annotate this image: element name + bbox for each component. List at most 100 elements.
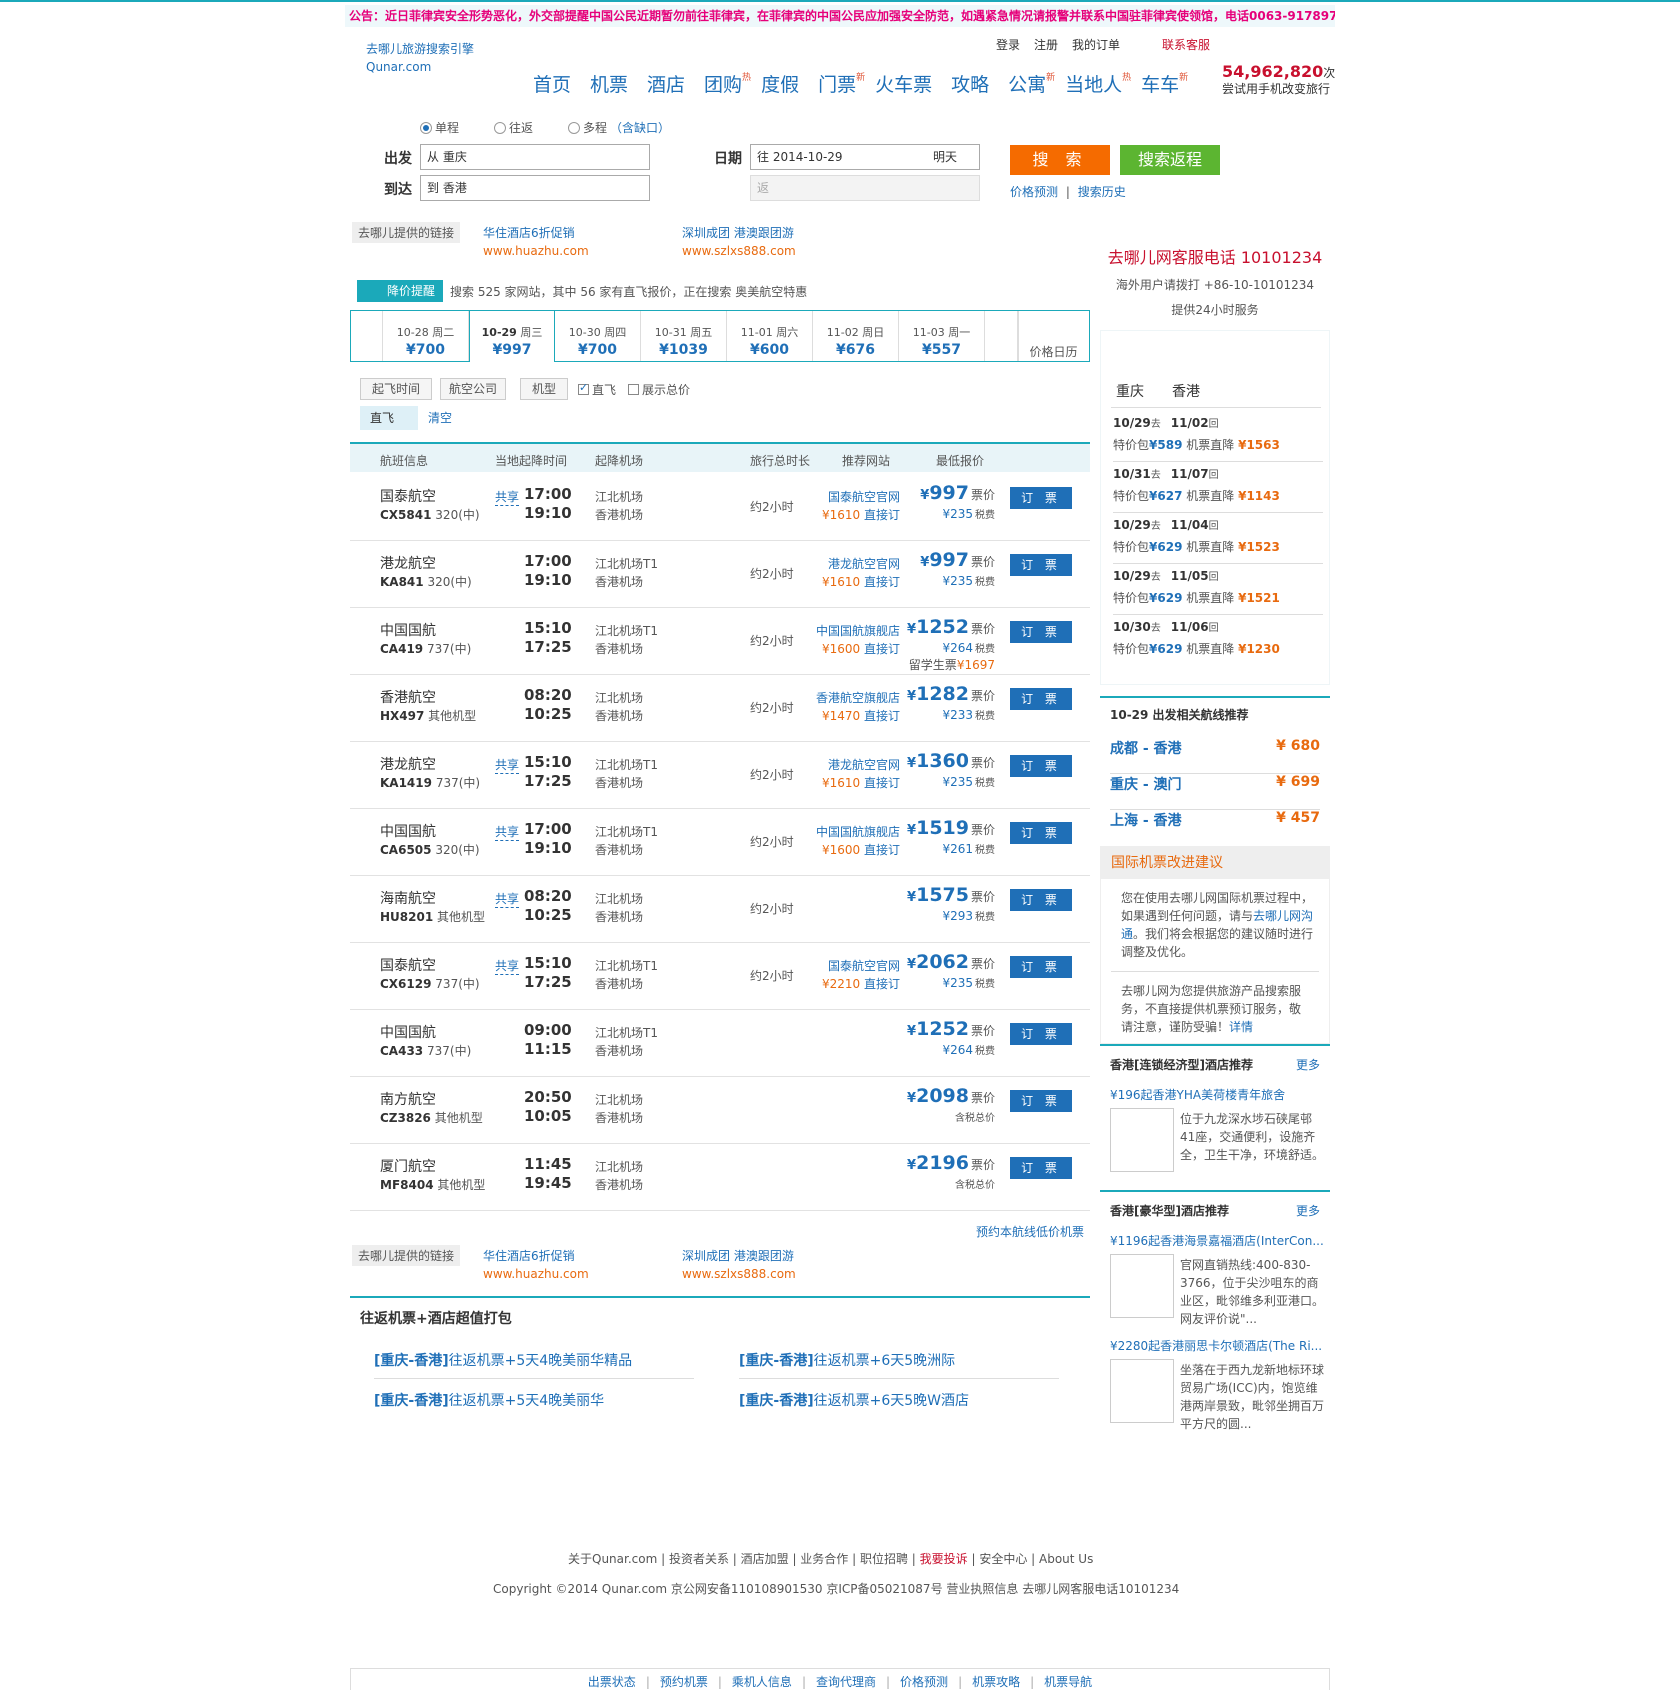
contact-service-link[interactable]: 联系客服 [1162,38,1210,52]
hotel-image[interactable] [1110,1359,1174,1423]
direct-book-link[interactable]: 直接订 [864,709,900,723]
ad-url-szlxs[interactable]: www.szlxs888.com [682,1267,796,1281]
roundtrip-deal-item[interactable]: 10/29去 11/02回 特价包¥589 机票直降 ¥1563 [1113,415,1323,462]
book-button[interactable]: 订 票 [1010,889,1072,911]
return-date-input[interactable]: 返 [750,175,980,201]
nav-item[interactable]: 门票新 [818,73,865,96]
from-city-input[interactable]: 从 重庆 [420,144,650,170]
book-button[interactable]: 订 票 [1010,822,1072,844]
bottom-tool-link[interactable]: 价格预测 [900,1675,948,1689]
codeshare-link[interactable]: 共享 [495,488,520,506]
bottom-tool-link[interactable]: 查询代理商 [816,1675,876,1689]
book-button[interactable]: 订 票 [1010,688,1072,710]
direct-book-link[interactable]: 直接订 [864,575,900,589]
roundtrip-deal-item[interactable]: 10/29去 11/04回 特价包¥629 机票直降 ¥1523 [1113,517,1323,564]
route-recommend-item[interactable]: 成都 - 香港 ¥ 680 [1110,738,1320,774]
route-recommend-item[interactable]: 上海 - 香港 ¥ 457 [1110,810,1320,846]
clear-filters-link[interactable]: 清空 [428,409,452,426]
depart-date-input[interactable]: 往 2014-10-29 明天 [750,144,980,170]
filter-plane-type[interactable]: 机型 [520,378,568,400]
nav-item[interactable]: 攻略 [951,74,989,96]
book-button[interactable]: 订 票 [1010,1023,1072,1045]
recommend-site-link[interactable]: 国泰航空官网 [828,957,900,974]
nav-item[interactable]: 机票 [590,74,628,96]
nav-item[interactable]: 度假 [761,74,799,96]
complain-link[interactable]: 我要投诉 [920,1552,968,1566]
codeshare-link[interactable]: 共享 [495,890,520,908]
ad-link-szlxs[interactable]: 深圳成团 港澳跟团游 [682,224,794,241]
search-button[interactable]: 搜 索 [1010,145,1110,175]
search-history-link[interactable]: 搜索历史 [1078,185,1126,199]
footer-links-b[interactable]: | 安全中心 | About Us [968,1552,1093,1566]
direct-book-link[interactable]: 直接订 [864,642,900,656]
package-item[interactable]: [重庆-香港]往返机票+6天5晚W酒店 [739,1390,1059,1418]
reserve-lowprice-link[interactable]: 预约本航线低价机票 [976,1223,1084,1240]
recommend-site-link[interactable]: 中国国航旗舰店 [816,823,900,840]
hotel-image[interactable] [1110,1254,1174,1318]
date-prev-arrow[interactable] [351,311,383,361]
date-price-cell[interactable]: 10-30 周四 ¥700 [555,311,641,361]
bottom-tool-link[interactable]: 预约机票 [660,1675,708,1689]
nav-item[interactable]: 车车新 [1141,73,1188,96]
codeshare-link[interactable]: 共享 [495,756,520,774]
ad-url-szlxs[interactable]: www.szlxs888.com [682,244,796,258]
bottom-tool-link[interactable]: 机票导航 [1044,1675,1092,1689]
more-link[interactable]: 更多 [1296,1202,1320,1219]
codeshare-link[interactable]: 共享 [495,823,520,841]
book-button[interactable]: 订 票 [1010,487,1072,509]
filter-airline[interactable]: 航空公司 [440,378,506,400]
price-alert-button[interactable]: 降价提醒 [357,280,443,302]
date-price-cell[interactable]: 11-01 周六 ¥600 [727,311,813,361]
price-predict-link[interactable]: 价格预测 [1010,185,1058,199]
trip-oneway-radio[interactable]: 单程 [420,119,459,136]
date-price-cell[interactable]: 10-31 周五 ¥1039 [641,311,727,361]
book-button[interactable]: 订 票 [1010,956,1072,978]
book-button[interactable]: 订 票 [1010,1090,1072,1112]
nav-item[interactable]: 公寓新 [1008,73,1055,96]
warning-detail-link[interactable]: 详情 [1229,1020,1253,1034]
date-price-cell[interactable]: 10-29 周三 ¥997 [469,310,555,362]
hotel-name-link[interactable]: ¥2280起香港丽思卡尔顿酒店(The Ri... [1110,1337,1325,1354]
package-item[interactable]: [重庆-香港]往返机票+6天5晚洲际 [739,1350,1059,1379]
codeshare-link[interactable]: 共享 [495,957,520,975]
bottom-tool-link[interactable]: 机票攻略 [972,1675,1020,1689]
recommend-site-link[interactable]: 香港航空旗舰店 [816,689,900,706]
trip-multi-radio[interactable]: 多程 （含缺口） [568,119,670,136]
hotel-name-link[interactable]: ¥1196起香港海景嘉福酒店(InterCon... [1110,1232,1325,1249]
ad-link-huazhu[interactable]: 华住酒店6折促销 [483,1247,575,1264]
ad-url-huazhu[interactable]: www.huazhu.com [483,244,589,258]
trip-roundtrip-radio[interactable]: 往返 [494,119,533,136]
package-item[interactable]: [重庆-香港]往返机票+5天4晚美丽华精品 [374,1350,694,1379]
multi-note-link[interactable]: （含缺口） [610,119,670,136]
student-fare[interactable]: 留学生票¥1697 [909,656,995,673]
date-price-cell[interactable]: 10-28 周二 ¥700 [383,311,469,361]
date-price-cell[interactable]: 11-03 周一 ¥557 [899,311,985,361]
book-button[interactable]: 订 票 [1010,554,1072,576]
ad-link-huazhu[interactable]: 华住酒店6折促销 [483,224,575,241]
active-filter-tag[interactable]: 直飞 [360,406,418,430]
my-orders-link[interactable]: 我的订单 [1072,38,1120,52]
recommend-site-link[interactable]: 港龙航空官网 [828,555,900,572]
bottom-tool-link[interactable]: 出票状态 [588,1675,636,1689]
package-item[interactable]: [重庆-香港]往返机票+5天4晚美丽华 [374,1390,694,1418]
show-total-checkbox[interactable]: 展示总价 [628,381,690,398]
nav-item[interactable]: 火车票 [875,74,932,96]
direct-book-link[interactable]: 直接订 [864,776,900,790]
direct-book-link[interactable]: 直接订 [864,977,900,991]
book-button[interactable]: 订 票 [1010,755,1072,777]
direct-book-link[interactable]: 直接订 [864,508,900,522]
hotel-image[interactable] [1110,1108,1174,1172]
nav-item[interactable]: 酒店 [647,74,685,96]
date-price-cell[interactable]: 11-02 周日 ¥676 [813,311,899,361]
route-recommend-item[interactable]: 重庆 - 澳门 ¥ 699 [1110,774,1320,810]
search-return-button[interactable]: 搜索返程 [1120,145,1220,175]
roundtrip-deal-item[interactable]: 10/29去 11/05回 特价包¥629 机票直降 ¥1521 [1113,568,1323,615]
filter-depart-time[interactable]: 起飞时间 [360,378,432,400]
nav-item[interactable]: 首页 [533,74,571,96]
recommend-site-link[interactable]: 港龙航空官网 [828,756,900,773]
price-calendar-link[interactable]: 价格日历 [1017,311,1089,361]
more-link[interactable]: 更多 [1296,1056,1320,1073]
roundtrip-deal-item[interactable]: 10/31去 11/07回 特价包¥627 机票直降 ¥1143 [1113,466,1323,513]
footer-links-a[interactable]: 关于Qunar.com | 投资者关系 | 酒店加盟 | 业务合作 | 职位招聘… [568,1552,920,1566]
register-link[interactable]: 注册 [1034,38,1058,52]
